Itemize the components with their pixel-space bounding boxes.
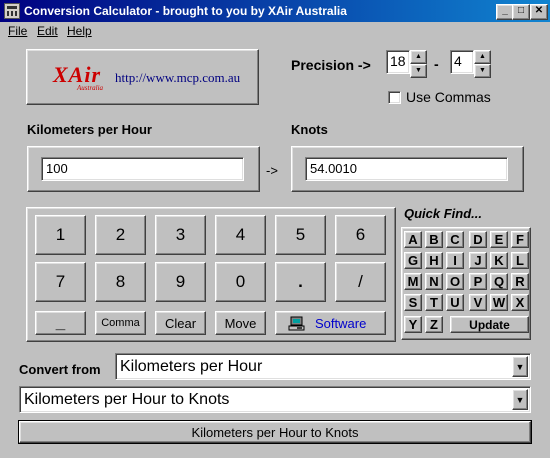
convert-action-button[interactable]: Kilometers per Hour to Knots — [19, 421, 531, 443]
conversion-selected: Kilometers per Hour to Knots — [24, 391, 230, 408]
key-8[interactable]: 8 — [95, 262, 146, 302]
comma-button[interactable]: Comma — [95, 311, 146, 335]
quick-find-w[interactable]: W — [490, 294, 508, 311]
spin-down-icon[interactable]: ▼ — [410, 64, 427, 78]
key-7[interactable]: 7 — [35, 262, 86, 302]
precision-digits-input[interactable]: 18 — [386, 50, 410, 74]
to-unit-label: Knots — [291, 122, 328, 137]
from-unit-label: Kilometers per Hour — [27, 122, 152, 137]
key-1[interactable]: 1 — [35, 215, 86, 255]
spin-up-icon[interactable]: ▲ — [410, 50, 427, 64]
quick-find-j[interactable]: J — [469, 252, 487, 269]
convert-action-label: Kilometers per Hour to Knots — [191, 425, 359, 440]
quick-find-k[interactable]: K — [490, 252, 508, 269]
quick-find-r[interactable]: R — [511, 273, 529, 290]
precision-label: Precision -> — [291, 57, 371, 73]
quick-find-x[interactable]: X — [511, 294, 529, 311]
key-2[interactable]: 2 — [95, 215, 146, 255]
logo-subtitle: Australia — [77, 84, 104, 92]
key-0[interactable]: 0 — [215, 262, 266, 302]
spin-up-icon[interactable]: ▲ — [474, 50, 491, 64]
maximize-button[interactable]: □ — [512, 4, 530, 20]
quick-find-b[interactable]: B — [425, 231, 443, 248]
quick-find-p[interactable]: P — [469, 273, 487, 290]
key-5[interactable]: 5 — [275, 215, 326, 255]
menu-edit-label: Edit — [37, 24, 58, 38]
menu-file-label: File — [8, 24, 28, 38]
key-divide[interactable]: / — [335, 262, 386, 302]
use-commas-label: Use Commas — [406, 89, 491, 105]
update-button[interactable]: Update — [450, 316, 529, 333]
dropdown-arrow-icon[interactable]: ▼ — [512, 389, 528, 410]
use-commas-checkbox[interactable] — [388, 91, 401, 104]
convert-from-label: Convert from — [19, 362, 101, 377]
menu-help[interactable]: Help — [67, 24, 92, 38]
convert-arrow: -> — [266, 163, 278, 178]
quick-find-title: Quick Find... — [404, 206, 483, 221]
key-4[interactable]: 4 — [215, 215, 266, 255]
quick-find-f[interactable]: F — [511, 231, 529, 248]
quick-find-t[interactable]: T — [425, 294, 443, 311]
quick-find-e[interactable]: E — [490, 231, 508, 248]
quick-find-l[interactable]: L — [511, 252, 529, 269]
quick-find-m[interactable]: M — [404, 273, 422, 290]
logo-button[interactable]: XAir Australia http://www.mcp.com.au — [26, 49, 259, 105]
quick-find-g[interactable]: G — [404, 252, 422, 269]
convert-from-combo[interactable]: Kilometers per Hour ▼ — [115, 353, 531, 380]
move-button[interactable]: Move — [215, 311, 266, 335]
quick-find-s[interactable]: S — [404, 294, 422, 311]
menu-bar: File Edit Help — [0, 22, 550, 40]
menu-help-label: Help — [67, 24, 92, 38]
close-button[interactable]: ✕ — [530, 4, 548, 20]
key-9[interactable]: 9 — [155, 262, 206, 302]
conversion-combo[interactable]: Kilometers per Hour to Knots ▼ — [19, 386, 531, 413]
software-label: Software — [315, 316, 367, 331]
to-value-output[interactable]: 54.0010 — [305, 157, 508, 181]
from-value-input[interactable]: 100 — [41, 157, 244, 181]
spin-down-icon[interactable]: ▼ — [474, 64, 491, 78]
software-button[interactable]: Software — [275, 311, 386, 335]
quick-find-i[interactable]: I — [446, 252, 464, 269]
title-bar[interactable]: Conversion Calculator - brought to you b… — [0, 0, 550, 22]
quick-find-c[interactable]: C — [446, 231, 464, 248]
quick-find-d[interactable]: D — [469, 231, 487, 248]
quick-find-o[interactable]: O — [446, 273, 464, 290]
quick-find-v[interactable]: V — [469, 294, 487, 311]
convert-from-selected: Kilometers per Hour — [120, 358, 263, 375]
calculator-icon — [4, 3, 20, 19]
quick-find-n[interactable]: N — [425, 273, 443, 290]
menu-file[interactable]: File — [8, 24, 27, 38]
clear-button[interactable]: Clear — [155, 311, 206, 335]
key-minus[interactable]: _ — [35, 311, 86, 335]
window-title: Conversion Calculator - brought to you b… — [24, 4, 347, 18]
key-6[interactable]: 6 — [335, 215, 386, 255]
precision-decimals-spinner[interactable]: ▲ ▼ — [474, 50, 491, 78]
quick-find-a[interactable]: A — [404, 231, 422, 248]
dropdown-arrow-icon[interactable]: ▼ — [512, 356, 528, 377]
menu-edit[interactable]: Edit — [37, 24, 58, 38]
quick-find-u[interactable]: U — [446, 294, 464, 311]
quick-find-q[interactable]: Q — [490, 273, 508, 290]
quick-find-y[interactable]: Y — [404, 316, 422, 333]
logo-url: http://www.mcp.com.au — [115, 70, 241, 85]
quick-find-z[interactable]: Z — [425, 316, 443, 333]
key-decimal-point[interactable]: . — [275, 262, 326, 302]
precision-digits-spinner[interactable]: ▲ ▼ — [410, 50, 427, 78]
software-icon — [288, 316, 305, 331]
precision-separator: - — [434, 56, 439, 72]
precision-decimals-input[interactable]: 4 — [450, 50, 474, 74]
quick-find-h[interactable]: H — [425, 252, 443, 269]
key-3[interactable]: 3 — [155, 215, 206, 255]
